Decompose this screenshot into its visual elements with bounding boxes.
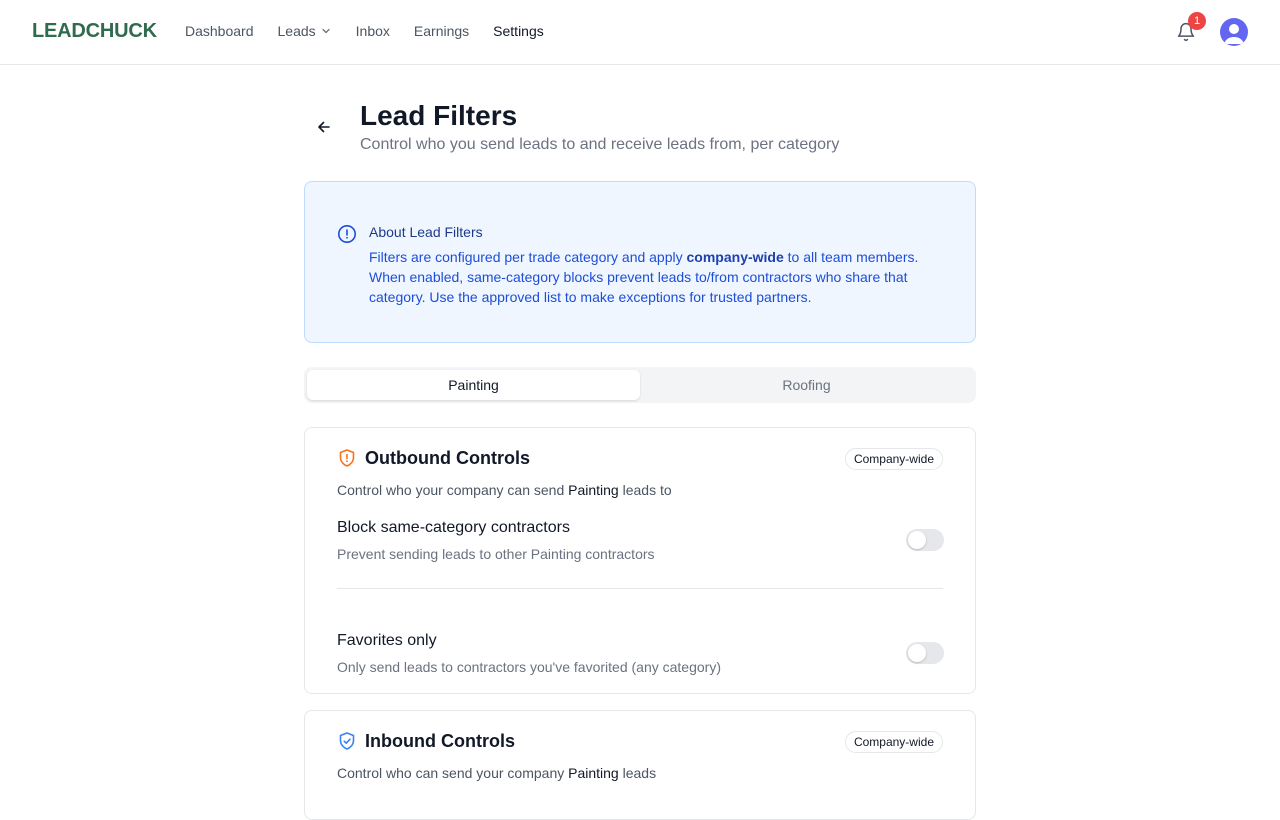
top-nav: LEADCHUCK Dashboard Leads Inbox Earnings… <box>0 0 1280 65</box>
inbound-title: Inbound Controls <box>365 731 515 751</box>
outbound-description-text: Control who your company can send <box>337 482 569 498</box>
user-icon <box>1224 24 1244 44</box>
arrow-left-icon <box>318 121 330 133</box>
inbound-description-text: Control who can send your company <box>337 765 569 781</box>
info-circle-icon <box>338 225 356 243</box>
outbound-title: Outbound Controls <box>365 448 530 468</box>
nav-link-label: Leads <box>277 23 316 39</box>
logo[interactable]: LEADCHUCK <box>32 20 157 43</box>
category-tabs: Painting Roofing <box>304 367 976 403</box>
inbound-description-text: leads <box>618 765 657 781</box>
nav-link-label: Inbox <box>355 23 390 39</box>
outbound-description-text: leads to <box>618 482 672 498</box>
info-body-text: Filters are configured per trade categor… <box>369 249 687 265</box>
shield-check-icon <box>339 732 355 750</box>
nav-link-earnings[interactable]: Earnings <box>414 23 469 39</box>
company-wide-badge: Company-wide <box>844 448 943 470</box>
shield-alert-icon <box>339 449 355 467</box>
block-same-category-toggle[interactable] <box>906 529 944 551</box>
favorites-only-toggle[interactable] <box>906 642 944 664</box>
category-name: Painting <box>568 482 619 498</box>
avatar[interactable] <box>1220 18 1248 46</box>
back-button[interactable] <box>314 117 334 137</box>
block-same-category-title: Block same-category contractors <box>337 519 570 536</box>
page-subtitle: Control who you send leads to and receiv… <box>360 136 840 153</box>
inbound-controls-card: Inbound Controls Company-wide Control wh… <box>304 710 976 820</box>
info-title: About Lead Filters <box>369 224 483 240</box>
outbound-controls-card: Outbound Controls Company-wide Control w… <box>304 427 976 694</box>
toggle-knob <box>908 531 926 549</box>
tab-painting[interactable]: Painting <box>307 370 640 400</box>
nav-link-label: Earnings <box>413 23 470 39</box>
info-body-emphasis: company-wide <box>686 249 784 265</box>
outbound-description: Control who your company can send Painti… <box>337 482 672 498</box>
nav-link-dashboard[interactable]: Dashboard <box>185 23 254 39</box>
divider <box>337 588 943 589</box>
nav-link-leads[interactable]: Leads <box>278 23 332 39</box>
inbound-description: Control who can send your company Painti… <box>337 765 656 781</box>
block-same-category-description: Prevent sending leads to other Painting … <box>337 546 655 562</box>
category-name: Painting <box>568 765 619 781</box>
toggle-knob <box>908 644 926 662</box>
nav-link-label: Dashboard <box>185 23 254 39</box>
favorites-only-title: Favorites only <box>337 632 437 649</box>
info-body: Filters are configured per trade categor… <box>369 247 939 307</box>
page-title: Lead Filters <box>360 100 518 131</box>
nav-link-settings[interactable]: Settings <box>493 23 544 39</box>
nav-link-label: Settings <box>493 23 544 39</box>
notification-badge: 1 <box>1188 12 1206 30</box>
favorites-only-description: Only send leads to contractors you've fa… <box>337 659 721 675</box>
tab-roofing[interactable]: Roofing <box>640 370 973 400</box>
info-callout: About Lead Filters Filters are configure… <box>304 181 976 343</box>
nav-links: Dashboard Leads Inbox Earnings Settings <box>185 23 544 39</box>
company-wide-badge: Company-wide <box>844 731 943 753</box>
nav-link-inbox[interactable]: Inbox <box>356 23 390 39</box>
chevron-down-icon <box>322 28 330 34</box>
